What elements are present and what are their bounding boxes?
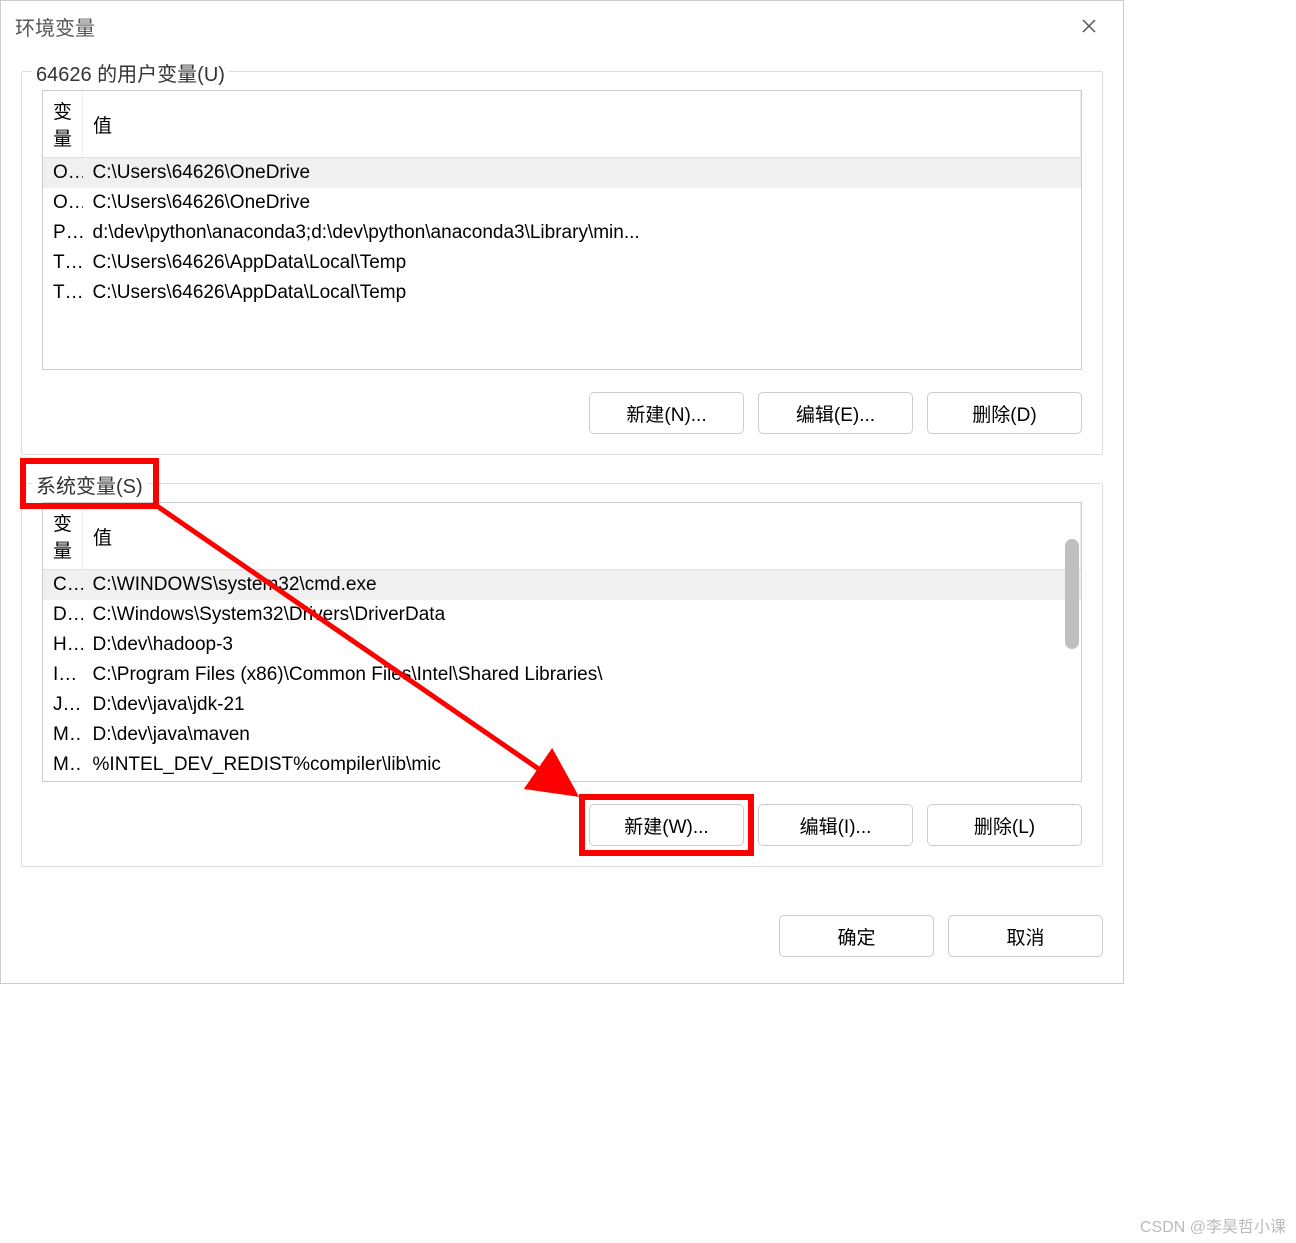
window-title: 环境变量 <box>15 12 95 41</box>
var-value-cell: C:\Users\64626\AppData\Local\Temp <box>83 248 1081 278</box>
user-vars-table: 变量 值 OneDriveC:\Users\64626\OneDriveOneD… <box>43 91 1081 308</box>
table-row[interactable]: JAVA_HOMED:\dev\java\jdk-21 <box>43 690 1081 720</box>
var-name-cell: TEMP <box>43 248 83 278</box>
var-name-cell: OneDrive <box>43 158 83 189</box>
user-col-header-value[interactable]: 值 <box>83 91 1081 158</box>
var-name-cell: MIC_LD_LIBRARY_PATH <box>43 750 83 780</box>
user-vars-button-row: 新建(N)... 编辑(E)... 删除(D) <box>42 392 1082 434</box>
cancel-button[interactable]: 取消 <box>948 915 1103 957</box>
table-row[interactable]: OneDriveC:\Users\64626\OneDrive <box>43 158 1081 189</box>
var-value-cell: C:\Program Files (x86)\Common Files\Inte… <box>83 660 1081 690</box>
var-value-cell: %INTEL_DEV_REDIST%compiler\lib\mic <box>83 750 1081 780</box>
system-delete-button[interactable]: 删除(L) <box>927 804 1082 846</box>
user-vars-group: 64626 的用户变量(U) 变量 值 OneDriveC:\Users\646… <box>21 71 1103 455</box>
system-vars-table: 变量 值 ComSpecC:\WINDOWS\system32\cmd.exeD… <box>43 503 1081 782</box>
sys-col-header-value[interactable]: 值 <box>83 503 1081 570</box>
dialog-footer: 确定 取消 <box>1 905 1123 983</box>
var-value-cell: D:\dev\java\jdk-21 <box>83 690 1081 720</box>
table-row[interactable]: HADOOP_HOMED:\dev\hadoop-3 <box>43 630 1081 660</box>
table-row[interactable]: NLSAMERICAN_AMERICA.AL32UTF8 <box>43 780 1081 782</box>
var-value-cell: C:\Windows\System32\Drivers\DriverData <box>83 600 1081 630</box>
user-new-button[interactable]: 新建(N)... <box>589 392 744 434</box>
system-scrollbar-thumb[interactable] <box>1065 539 1079 649</box>
system-new-button[interactable]: 新建(W)... <box>589 804 744 846</box>
var-value-cell: C:\WINDOWS\system32\cmd.exe <box>83 570 1081 601</box>
var-name-cell: HADOOP_HOME <box>43 630 83 660</box>
system-vars-table-wrap[interactable]: 变量 值 ComSpecC:\WINDOWS\system32\cmd.exeD… <box>42 502 1082 782</box>
var-name-cell: NLS <box>43 780 83 782</box>
watermark: CSDN @李昊哲小课 <box>1140 1213 1286 1237</box>
var-value-cell: AMERICAN_AMERICA.AL32UTF8 <box>83 780 1081 782</box>
var-name-cell: ComSpec <box>43 570 83 601</box>
var-value-cell: D:\dev\java\maven <box>83 720 1081 750</box>
env-vars-window: 环境变量 64626 的用户变量(U) 变量 值 OneDriv <box>0 0 1124 984</box>
var-value-cell: d:\dev\python\anaconda3;d:\dev\python\an… <box>83 218 1081 248</box>
system-edit-button[interactable]: 编辑(I)... <box>758 804 913 846</box>
var-name-cell: DriverData <box>43 600 83 630</box>
dialog-content: 64626 的用户变量(U) 变量 值 OneDriveC:\Users\646… <box>1 51 1123 905</box>
table-row[interactable]: DriverDataC:\Windows\System32\Drivers\Dr… <box>43 600 1081 630</box>
ok-button[interactable]: 确定 <box>779 915 934 957</box>
var-name-cell: Path <box>43 218 83 248</box>
var-value-cell: C:\Users\64626\OneDrive <box>83 158 1081 189</box>
user-col-header-name[interactable]: 变量 <box>43 91 83 158</box>
system-vars-group-label: 系统变量(S) <box>32 470 147 499</box>
close-button[interactable] <box>1069 11 1109 41</box>
var-name-cell: TMP <box>43 278 83 308</box>
table-row[interactable]: TEMPC:\Users\64626\AppData\Local\Temp <box>43 248 1081 278</box>
table-row[interactable]: ComSpecC:\WINDOWS\system32\cmd.exe <box>43 570 1081 601</box>
table-row[interactable]: MIC_LD_LIBRARY_PATH%INTEL_DEV_REDIST%com… <box>43 750 1081 780</box>
var-name-cell: INTEL_DEV_REDIST <box>43 660 83 690</box>
user-edit-button[interactable]: 编辑(E)... <box>758 392 913 434</box>
var-name-cell: M2_HOME <box>43 720 83 750</box>
user-vars-group-label: 64626 的用户变量(U) <box>32 58 229 87</box>
close-icon <box>1081 18 1097 34</box>
var-name-cell: OneDriveConsumer <box>43 188 83 218</box>
table-row[interactable]: M2_HOMED:\dev\java\maven <box>43 720 1081 750</box>
user-vars-table-wrap[interactable]: 变量 值 OneDriveC:\Users\64626\OneDriveOneD… <box>42 90 1082 370</box>
system-vars-button-row: 新建(W)... 编辑(I)... 删除(L) <box>42 804 1082 846</box>
table-row[interactable]: Pathd:\dev\python\anaconda3;d:\dev\pytho… <box>43 218 1081 248</box>
user-delete-button[interactable]: 删除(D) <box>927 392 1082 434</box>
titlebar: 环境变量 <box>1 1 1123 51</box>
var-value-cell: D:\dev\hadoop-3 <box>83 630 1081 660</box>
table-row[interactable]: OneDriveConsumerC:\Users\64626\OneDrive <box>43 188 1081 218</box>
table-row[interactable]: TMPC:\Users\64626\AppData\Local\Temp <box>43 278 1081 308</box>
system-vars-group: 系统变量(S) 变量 值 ComSpecC:\WINDOWS\system32\… <box>21 483 1103 867</box>
sys-col-header-name[interactable]: 变量 <box>43 503 83 570</box>
table-row[interactable]: INTEL_DEV_REDISTC:\Program Files (x86)\C… <box>43 660 1081 690</box>
var-value-cell: C:\Users\64626\OneDrive <box>83 188 1081 218</box>
var-name-cell: JAVA_HOME <box>43 690 83 720</box>
var-value-cell: C:\Users\64626\AppData\Local\Temp <box>83 278 1081 308</box>
